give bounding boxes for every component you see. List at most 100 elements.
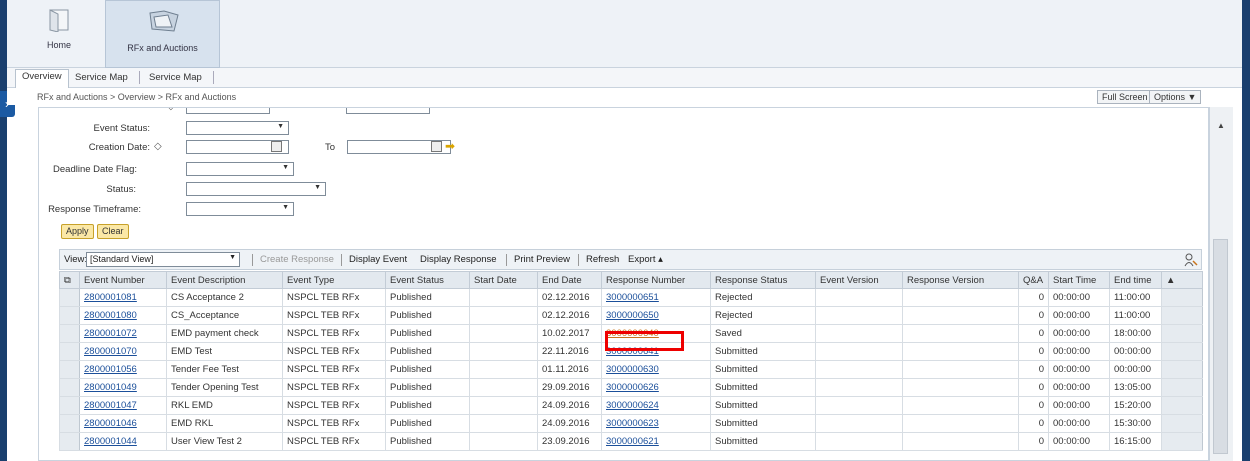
cell-start-date: [469, 360, 538, 379]
column-header[interactable]: Q&A: [1018, 271, 1049, 289]
column-header[interactable]: Event Version: [815, 271, 903, 289]
cell-description: Tender Opening Test: [166, 378, 283, 397]
breadcrumb: RFx and Auctions > Overview > RFx and Au…: [37, 92, 237, 102]
table-row[interactable]: 2800001072 EMD payment check NSPCL TEB RFx…: [59, 324, 1203, 343]
event-number-link[interactable]: 2800001046: [84, 418, 137, 429]
cell-response-number: 3000000626: [601, 378, 711, 397]
view-select-value: [Standard View]: [90, 254, 154, 264]
response-number-link[interactable]: 3000000626: [606, 382, 659, 393]
display-response-button[interactable]: Display Response: [420, 254, 497, 265]
row-selector[interactable]: [59, 288, 80, 307]
table-row[interactable]: 2800001056 Tender Fee Test NSPCL TEB RFx Pu…: [59, 360, 1203, 379]
row-selector[interactable]: [59, 306, 80, 325]
response-number-link[interactable]: 3000000630: [606, 364, 659, 375]
cell-type: NSPCL TEB RFx: [282, 288, 386, 307]
row-selector[interactable]: [59, 342, 80, 361]
table-row[interactable]: 2800001081 CS Acceptance 2 NSPCL TEB RFx Pu…: [59, 288, 1203, 307]
row-selector[interactable]: [59, 396, 80, 415]
page-scrollbar[interactable]: ▲: [1209, 107, 1233, 461]
status-select[interactable]: ▼: [186, 182, 326, 196]
column-header[interactable]: Response Version: [902, 271, 1019, 289]
go-arrow-icon[interactable]: ➡: [445, 139, 455, 153]
response-number-link[interactable]: 3000000624: [606, 400, 659, 411]
full-screen-button[interactable]: Full Screen: [1097, 90, 1153, 104]
tab-overview[interactable]: Overview: [15, 69, 69, 88]
cell-start-date: [469, 342, 538, 361]
to-label: To: [325, 142, 336, 153]
row-selector[interactable]: [59, 432, 80, 451]
column-header[interactable]: Response Status: [710, 271, 816, 289]
event-status-select[interactable]: ▼: [186, 121, 289, 135]
options-button[interactable]: Options ▼: [1149, 90, 1202, 104]
response-number-link[interactable]: 3000000650: [606, 310, 659, 321]
export-button[interactable]: Export ▴: [628, 254, 663, 265]
refresh-button[interactable]: Refresh: [586, 254, 619, 265]
table-row[interactable]: 2800001046 EMD RKL NSPCL TEB RFx Published 2…: [59, 414, 1203, 433]
event-number-link[interactable]: 2800001056: [84, 364, 137, 375]
select-all-icon[interactable]: ⧉: [59, 271, 80, 289]
cell-event-version: [815, 360, 903, 379]
row-scroll-cell: [1161, 306, 1203, 325]
chevron-down-icon: ▼: [314, 184, 321, 191]
response-number-link[interactable]: 3000000640: [606, 328, 659, 339]
cell-event-version: [815, 414, 903, 433]
event-number-from-field[interactable]: [186, 108, 270, 114]
response-number-link[interactable]: 3000000651: [606, 292, 659, 303]
table-row[interactable]: 2800001070 EMD Test NSPCL TEB RFx Published…: [59, 342, 1203, 361]
home-tile[interactable]: Home: [31, 8, 87, 66]
event-number-link[interactable]: 2800001072: [84, 328, 137, 339]
column-header[interactable]: Response Number: [601, 271, 711, 289]
response-number-link[interactable]: 3000000641: [606, 346, 659, 357]
calendar-icon[interactable]: [271, 141, 282, 152]
table-row[interactable]: 2800001044 User View Test 2 NSPCL TEB RFx P…: [59, 432, 1203, 451]
column-header[interactable]: Event Type: [282, 271, 386, 289]
event-number-link[interactable]: 2800001049: [84, 382, 137, 393]
column-header[interactable]: Event Description: [166, 271, 283, 289]
row-selector[interactable]: [59, 360, 80, 379]
cell-end-date: 29.09.2016: [537, 378, 602, 397]
cell-end-date: 24.09.2016: [537, 414, 602, 433]
row-selector[interactable]: [59, 414, 80, 433]
column-header[interactable]: Start Date: [469, 271, 538, 289]
table-row[interactable]: 2800001047 RKL EMD NSPCL TEB RFx Published 2…: [59, 396, 1203, 415]
view-select[interactable]: [Standard View] ▼: [86, 252, 240, 267]
operator-icon[interactable]: ◇: [154, 141, 162, 152]
scroll-up-arrow-icon[interactable]: ▲: [1217, 121, 1225, 130]
cell-response-number: 3000000630: [601, 360, 711, 379]
column-header[interactable]: Event Number: [79, 271, 167, 289]
response-number-link[interactable]: 3000000623: [606, 418, 659, 429]
table-row[interactable]: 2800001080 CS_Acceptance NSPCL TEB RFx Publ…: [59, 306, 1203, 325]
scroll-up-icon[interactable]: ▲: [1161, 271, 1203, 289]
print-preview-button[interactable]: Print Preview: [514, 254, 570, 265]
row-selector[interactable]: [59, 324, 80, 343]
row-selector[interactable]: [59, 378, 80, 397]
tab-service-map-2[interactable]: Service Map: [143, 71, 208, 84]
apply-button[interactable]: Apply: [61, 224, 94, 239]
personalize-icon[interactable]: [1184, 253, 1198, 267]
event-number-link[interactable]: 2800001047: [84, 400, 137, 411]
event-number-link[interactable]: 2800001081: [84, 292, 137, 303]
calendar-icon[interactable]: [431, 141, 442, 152]
column-header[interactable]: End Date: [537, 271, 602, 289]
display-event-button[interactable]: Display Event: [349, 254, 407, 265]
response-timeframe-select[interactable]: ▼: [186, 202, 294, 216]
nav-separator: [213, 71, 214, 84]
event-number-to-field[interactable]: [346, 108, 430, 114]
response-number-link[interactable]: 3000000621: [606, 436, 659, 447]
table-row[interactable]: 2800001049 Tender Opening Test NSPCL TEB R…: [59, 378, 1203, 397]
clear-button[interactable]: Clear: [97, 224, 129, 239]
deadline-date-flag-select[interactable]: ▼: [186, 162, 294, 176]
column-header[interactable]: Start Time: [1048, 271, 1110, 289]
cell-response-version: [902, 288, 1019, 307]
event-number-link[interactable]: 2800001070: [84, 346, 137, 357]
tab-service-map-1[interactable]: Service Map: [69, 71, 134, 84]
event-number-link[interactable]: 2800001080: [84, 310, 137, 321]
event-number-link[interactable]: 2800001044: [84, 436, 137, 447]
column-header[interactable]: Event Status: [385, 271, 470, 289]
column-header[interactable]: End time: [1109, 271, 1162, 289]
cell-end-date: 23.09.2016: [537, 432, 602, 451]
rfx-auctions-tile[interactable]: RFx and Auctions: [105, 0, 220, 68]
operator-icon[interactable]: ◇: [167, 108, 175, 112]
scrollbar-thumb[interactable]: [1213, 239, 1228, 454]
create-response-button[interactable]: Create Response: [260, 254, 334, 265]
